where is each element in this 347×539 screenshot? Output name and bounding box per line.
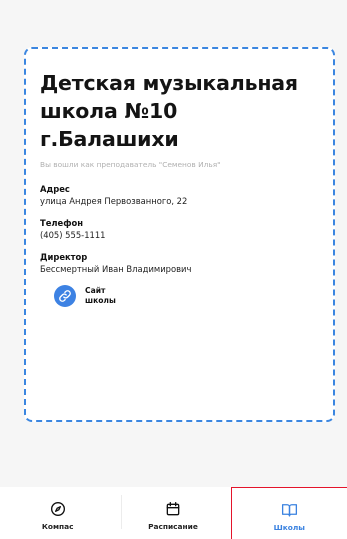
school-site-link[interactable]: Сайт школы <box>54 285 144 307</box>
book-icon <box>281 502 298 518</box>
nav-label-schedule: Расписание <box>148 522 198 531</box>
login-note: Вы вошли как преподаватель "Семенов Илья… <box>40 160 221 169</box>
calendar-icon <box>165 501 181 517</box>
nav-label-schools: Школы <box>273 523 305 532</box>
app-screen: Детская музыкальная школа №10 г.Балашихи… <box>0 0 347 539</box>
link-icon <box>54 285 76 307</box>
phone-block: Телефон (405) 555-1111 <box>40 217 319 242</box>
address-block: Адрес улица Андрея Первозванного, 22 <box>40 183 319 208</box>
address-label: Адрес <box>40 184 70 194</box>
compass-icon <box>50 501 66 517</box>
director-label: Директор <box>40 252 88 262</box>
nav-item-schools[interactable]: Школы <box>230 487 347 539</box>
address-value: улица Андрея Первозванного, 22 <box>40 196 188 206</box>
site-link-label: Сайт школы <box>85 286 116 305</box>
bottom-navigation: Компас Расписание Школы <box>0 487 347 539</box>
school-card: Детская музыкальная школа №10 г.Балашихи… <box>24 47 335 422</box>
nav-item-schedule[interactable]: Расписание <box>115 487 230 539</box>
phone-label: Телефон <box>40 218 84 228</box>
director-value: Бессмертный Иван Владимирович <box>40 264 192 274</box>
school-title: Детская музыкальная школа №10 г.Балашихи <box>40 71 298 151</box>
nav-label-compass: Компас <box>41 522 74 531</box>
nav-item-compass[interactable]: Компас <box>0 487 115 539</box>
phone-value[interactable]: (405) 555-1111 <box>40 229 319 242</box>
director-block: Директор Бессмертный Иван Владимирович <box>40 251 319 276</box>
